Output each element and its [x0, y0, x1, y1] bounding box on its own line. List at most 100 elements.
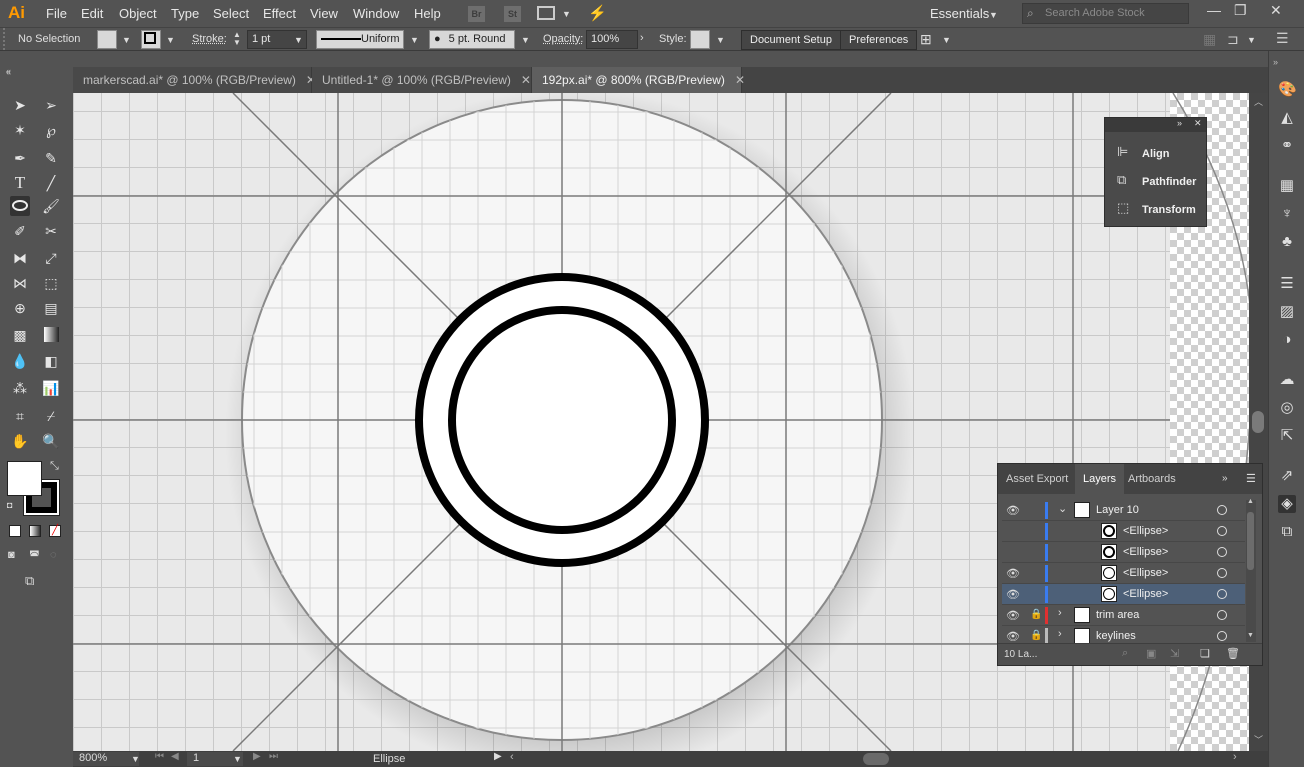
curvature-tool-icon[interactable]: ✎: [41, 148, 61, 168]
status-menu-icon[interactable]: ▶: [494, 751, 502, 762]
column-graph-tool-icon[interactable]: 📊: [41, 378, 61, 398]
stroke-label[interactable]: Stroke:: [192, 33, 227, 45]
draw-inside-icon[interactable]: ◌: [50, 549, 57, 561]
menu-window[interactable]: Window: [353, 6, 399, 21]
stock-button[interactable]: St: [504, 6, 521, 22]
layers-scrollbar[interactable]: ▲ ▼: [1246, 498, 1256, 642]
eyedropper-tool-icon[interactable]: 💧: [10, 351, 30, 371]
links-icon[interactable]: ⚭: [1278, 137, 1296, 155]
visibility-eye-icon[interactable]: 👁: [1006, 630, 1020, 643]
chevron-down-icon[interactable]: ▼: [1247, 35, 1256, 45]
color-icon[interactable]: 🎨: [1278, 81, 1297, 99]
stroke-icon[interactable]: ☰: [1278, 275, 1296, 293]
collapse-panel-icon[interactable]: «: [6, 67, 11, 77]
gradient-icon[interactable]: ▨: [1278, 303, 1296, 321]
magic-wand-tool-icon[interactable]: ✶: [10, 120, 30, 140]
brush-definition[interactable]: ● 5 pt. Round: [429, 30, 515, 49]
document-setup-button[interactable]: Document Setup: [741, 30, 841, 50]
brushes-icon[interactable]: ♆: [1278, 205, 1296, 223]
shape-builder-tool-icon[interactable]: ⊕: [10, 298, 30, 318]
scroll-left-icon[interactable]: ‹: [510, 751, 514, 763]
draw-normal-icon[interactable]: ◙: [8, 549, 15, 561]
line-tool-icon[interactable]: ╱: [41, 173, 61, 193]
artboards-icon[interactable]: ⧉: [1278, 523, 1296, 541]
mesh-tool-icon[interactable]: ▩: [10, 325, 30, 345]
chevron-down-icon[interactable]: ▼: [294, 35, 303, 45]
stock-search-input[interactable]: Search Adobe Stock: [1022, 3, 1189, 24]
tab-asset-export[interactable]: Asset Export: [998, 464, 1076, 494]
maximize-button[interactable]: ❐: [1234, 2, 1247, 19]
perspective-grid-tool-icon[interactable]: ▤: [41, 298, 61, 318]
draw-behind-icon[interactable]: ◚: [29, 549, 40, 562]
locate-object-icon[interactable]: ⌕: [1122, 647, 1128, 660]
stroke-stepper[interactable]: ▲ ▼: [233, 31, 241, 47]
chevron-down-icon[interactable]: ▼: [562, 9, 571, 19]
menu-view[interactable]: View: [310, 6, 338, 21]
arrange-documents-icon[interactable]: [537, 6, 555, 20]
symbols-icon[interactable]: ♣: [1278, 233, 1296, 251]
expand-toggle-icon[interactable]: ›: [1058, 628, 1062, 640]
target-icon[interactable]: [1217, 568, 1227, 578]
scissors-tool-icon[interactable]: ✂: [41, 221, 61, 241]
target-icon[interactable]: [1217, 505, 1227, 515]
transparency-icon[interactable]: ◑: [1278, 331, 1296, 349]
transform-icon[interactable]: ⊐: [1227, 31, 1239, 48]
selection-tool-icon[interactable]: ➤: [10, 95, 30, 115]
appearance-icon[interactable]: ◎: [1278, 399, 1296, 417]
preferences-button[interactable]: Preferences: [840, 30, 918, 50]
chevron-right-icon[interactable]: ›: [640, 32, 644, 44]
previous-artboard-button[interactable]: ◀: [171, 751, 179, 762]
arrange-icon[interactable]: ⊞: [920, 31, 932, 48]
chevron-down-icon[interactable]: ▼: [233, 754, 242, 764]
asset-export-icon[interactable]: ⇱: [1278, 427, 1296, 445]
sublayer-row[interactable]: 👁 <Ellipse>: [1002, 563, 1245, 584]
close-icon[interactable]: ✕: [735, 73, 745, 87]
swatches-icon[interactable]: ▦: [1278, 177, 1296, 195]
menu-help[interactable]: Help: [414, 6, 441, 21]
chevron-down-icon[interactable]: ▼: [131, 754, 140, 764]
layer-row[interactable]: 👁 ⌄ Layer 10: [1002, 500, 1245, 521]
lock-icon[interactable]: 🔒: [1030, 609, 1042, 620]
layers-icon[interactable]: ◈: [1278, 495, 1296, 513]
menu-object[interactable]: Object: [119, 6, 157, 21]
next-artboard-button[interactable]: ▶: [253, 751, 261, 762]
symbol-sprayer-tool-icon[interactable]: ⁂: [10, 378, 30, 398]
slice-tool-icon[interactable]: ⌿: [41, 406, 61, 426]
scroll-thumb[interactable]: [1247, 512, 1254, 570]
first-artboard-button[interactable]: ⏮: [155, 751, 164, 762]
target-icon[interactable]: [1217, 547, 1227, 557]
paintbrush-tool-icon[interactable]: 🖌: [41, 196, 61, 216]
swap-colors-icon[interactable]: ⤡: [50, 460, 59, 473]
width-tool-icon[interactable]: ⋈: [10, 273, 30, 293]
tab-192px[interactable]: 192px.ai* @ 800% (RGB/Preview) ✕: [532, 67, 745, 93]
sublayer-row[interactable]: 👁 <Ellipse>: [1002, 584, 1245, 605]
grip-handle[interactable]: [3, 28, 7, 50]
transform-panel-item[interactable]: ⬚ Transform: [1105, 196, 1206, 220]
visibility-eye-icon[interactable]: 👁: [1006, 609, 1020, 622]
sublayer-row[interactable]: <Ellipse>: [1002, 542, 1245, 563]
target-icon[interactable]: [1217, 589, 1227, 599]
direct-selection-tool-icon[interactable]: ➢: [41, 95, 61, 115]
blend-tool-icon[interactable]: ◧: [41, 351, 61, 371]
visibility-eye-icon[interactable]: 👁: [1006, 588, 1020, 601]
scroll-right-icon[interactable]: ›: [1233, 751, 1237, 763]
ellipse-tool-icon[interactable]: [10, 196, 30, 216]
scale-tool-icon[interactable]: ⤢: [41, 248, 61, 268]
panel-header[interactable]: » ✕: [1105, 118, 1206, 132]
sublayer-row[interactable]: <Ellipse>: [1002, 521, 1245, 542]
scroll-thumb[interactable]: [1252, 411, 1264, 433]
chevron-down-icon[interactable]: ▼: [122, 35, 131, 45]
tab-artboards[interactable]: Artboards: [1120, 464, 1184, 494]
collapse-icon[interactable]: »: [1273, 57, 1278, 67]
shaper-tool-icon[interactable]: ✐: [10, 221, 30, 241]
expand-icon[interactable]: »: [1222, 473, 1228, 484]
chevron-down-icon[interactable]: ▼: [942, 35, 951, 45]
cc-libraries-icon[interactable]: ☁: [1278, 371, 1296, 389]
trash-icon[interactable]: 🗑: [1226, 647, 1240, 660]
panel-menu-icon[interactable]: ☰: [1246, 472, 1256, 485]
close-icon[interactable]: ✕: [1194, 118, 1202, 129]
opacity-label[interactable]: Opacity:: [543, 33, 583, 45]
menu-type[interactable]: Type: [171, 6, 199, 21]
layer-row[interactable]: 👁 🔒 › trim area: [1002, 605, 1245, 626]
hand-tool-icon[interactable]: ✋: [10, 431, 30, 451]
